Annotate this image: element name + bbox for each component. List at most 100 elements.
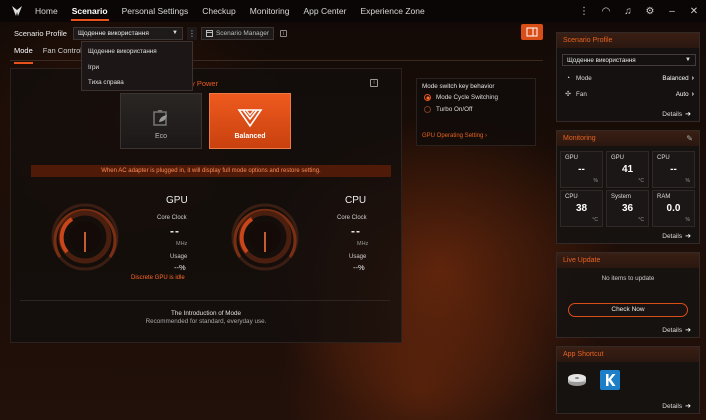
tab-fan-control[interactable]: Fan Control (43, 46, 82, 60)
radio-mode-cycle-label: Mode Cycle Switching (436, 94, 498, 101)
details-label: Details (662, 111, 683, 118)
mode-gauge-icon: ◔ (565, 75, 571, 82)
cpu-usage-value: --% (353, 263, 365, 272)
scenario-profile-value: Щоденне використання (77, 29, 149, 37)
radio-mode-cycle-switching[interactable]: Mode Cycle Switching (424, 94, 498, 101)
nav-tab-scenario[interactable]: Scenario (65, 0, 115, 22)
panel-toggle-icon (526, 27, 538, 37)
monitor-tile-cpu-usage: CPU -- % (652, 151, 695, 188)
ac-adapter-banner: When AC adapter is plugged in, it will d… (31, 165, 391, 177)
tile-value: -- (670, 164, 677, 175)
tile-label: System (611, 194, 632, 200)
monitor-tile-gpu-temp: GPU 41 °C (606, 151, 649, 188)
tile-unit: °C (638, 217, 644, 223)
chevron-right-icon: › (691, 90, 694, 98)
gpu-core-clock-unit: MHz (176, 241, 188, 247)
monitoring-details-link[interactable]: Details ➔ (662, 232, 691, 240)
mode-switch-title: Mode switch key behavior (422, 83, 495, 90)
cpu-title: CPU (345, 195, 367, 206)
tile-unit: % (685, 178, 690, 184)
live-update-message: No items to update (601, 275, 655, 282)
scenario-profile-label: Scenario Profile (14, 28, 67, 38)
side-panel-toggle-button[interactable] (521, 24, 543, 40)
monitor-tile-cpu-temp: CPU 38 °C (560, 190, 603, 227)
info-icon[interactable]: i (280, 29, 288, 37)
mode-card-balanced[interactable]: Balanced (209, 93, 291, 149)
live-update-card-title: Live Update (557, 253, 699, 268)
mode-row[interactable]: ◔ Mode Balanced › (563, 75, 694, 82)
menu-dots-icon[interactable]: ⋮ (578, 6, 590, 17)
scenario-profile-select[interactable]: Щоденне використання ▼ (72, 26, 183, 40)
tab-mode[interactable]: Mode (14, 46, 33, 64)
scenario-profile-bar: Scenario Profile Щоденне використання ▼ … (14, 26, 288, 40)
gear-icon[interactable]: ⚙ (644, 6, 656, 17)
mode-intro-subtitle: Recommended for standard, everyday use. (145, 318, 267, 325)
radio-turbo-label: Turbo On/Off (436, 106, 473, 113)
scenario-manager-button[interactable]: Scenario Manager (200, 26, 275, 40)
radio-unselected-icon[interactable] (424, 106, 431, 113)
app-shortcut-card-title: App Shortcut (557, 347, 699, 362)
fan-row[interactable]: ✣ Fan Auto › (563, 90, 694, 99)
tile-value: 38 (575, 203, 588, 214)
mode-card-eco-label: Eco (154, 133, 168, 140)
details-label: Details (662, 233, 683, 240)
tile-unit: °C (638, 178, 644, 184)
eco-leaf-icon (153, 110, 167, 126)
nav-tab-home[interactable]: Home (28, 0, 65, 22)
wrench-icon[interactable]: ✎ (686, 134, 693, 143)
gpu-usage-label: Usage (170, 254, 188, 260)
dropdown-option[interactable]: Ігри (82, 60, 192, 76)
nav-tab-personal-settings[interactable]: Personal Settings (115, 0, 196, 22)
app-shortcut-details-link[interactable]: Details ➔ (662, 402, 691, 410)
nav-tab-experience-zone[interactable]: Experience Zone (353, 0, 431, 22)
arrow-right-icon: ➔ (685, 111, 691, 118)
cpu-core-clock-unit: MHz (357, 241, 369, 247)
radio-selected-icon[interactable] (424, 94, 431, 101)
scenario-profile-dropdown: Щоденне використання Ігри Тиха справа (81, 41, 193, 91)
fan-icon: ✣ (565, 91, 571, 98)
nav-tab-monitoring[interactable]: Monitoring (243, 0, 297, 22)
gpu-core-clock-label: Core Clock (157, 215, 187, 221)
sub-tabs: Mode Fan Control (14, 46, 82, 64)
caret-down-icon: ▼ (172, 30, 178, 36)
disk-app-icon[interactable] (567, 370, 587, 390)
scenario-details-link[interactable]: Details ➔ (662, 110, 691, 118)
profile-more-icon[interactable]: ⋮ (186, 26, 197, 40)
cpu-core-clock-label: Core Clock (337, 215, 367, 221)
nav-tab-app-center[interactable]: App Center (296, 0, 353, 22)
live-update-details-link[interactable]: Details ➔ (662, 326, 691, 334)
minimize-icon[interactable]: – (666, 6, 678, 17)
balanced-mode-icon (237, 109, 263, 128)
bell-icon[interactable]: ♫ (622, 6, 634, 17)
mode-card-eco[interactable]: Eco (120, 93, 202, 149)
arrow-right-icon: ➔ (685, 403, 691, 410)
tile-unit: °C (592, 217, 598, 223)
right-profile-select[interactable]: Щоденне використання ▼ (562, 54, 696, 66)
chevron-right-icon: › (691, 75, 694, 82)
nav-tab-checkup[interactable]: Checkup (195, 0, 243, 22)
mode-row-label: Mode (576, 75, 592, 82)
tile-unit: % (685, 217, 690, 223)
k-app-icon[interactable] (600, 370, 620, 390)
dropdown-option[interactable]: Щоденне використання (82, 44, 192, 60)
caret-down-icon: ▼ (685, 57, 691, 63)
dropdown-option[interactable]: Тиха справа (82, 75, 192, 91)
close-icon[interactable]: ✕ (688, 6, 700, 17)
tile-value: 41 (621, 164, 634, 175)
tile-label: GPU (611, 155, 625, 161)
fan-row-value: Auto (675, 90, 689, 98)
mode-info-icon[interactable]: i (370, 79, 378, 87)
right-profile-value: Щоденне використання (567, 56, 636, 64)
gpu-core-clock-value: -- (170, 224, 180, 238)
radio-turbo-on-off[interactable]: Turbo On/Off (424, 106, 472, 113)
monitor-tile-gpu-usage: GPU -- % (560, 151, 603, 188)
tile-value: 36 (621, 203, 634, 214)
check-now-button[interactable]: Check Now (568, 303, 688, 317)
tile-unit: % (593, 178, 598, 184)
gpu-operating-setting-link[interactable]: GPU Operating Setting › (422, 133, 487, 139)
fan-row-label: Fan (576, 90, 587, 98)
top-nav-bar: Home Scenario Personal Settings Checkup … (0, 0, 706, 22)
headset-icon[interactable]: ◠ (600, 6, 612, 17)
tile-label: CPU (657, 155, 670, 161)
intro-divider (20, 300, 390, 301)
